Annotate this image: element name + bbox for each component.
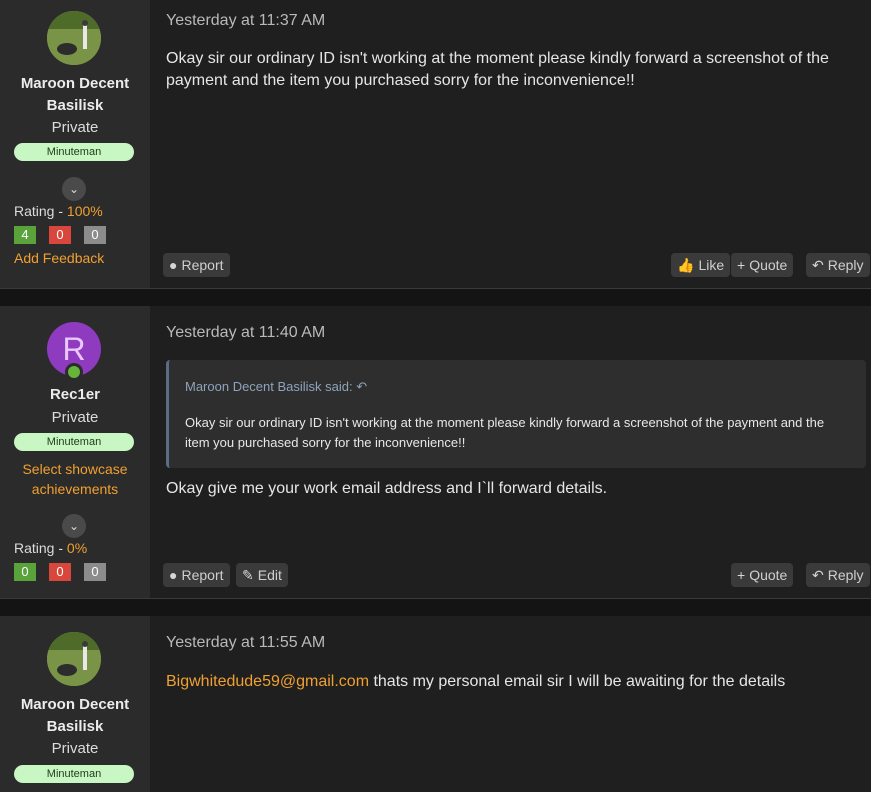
- username[interactable]: Maroon Decent Basilisk: [0, 694, 150, 738]
- reply-icon: ↶: [812, 257, 824, 273]
- quote-block: Maroon Decent Basilisk said: ↶ Okay sir …: [166, 360, 866, 468]
- rating-positive-count[interactable]: 4: [14, 226, 36, 244]
- report-label: Report: [181, 567, 224, 583]
- user-info-panel: Maroon Decent Basilisk Private Minuteman: [0, 616, 150, 792]
- post-message: Okay sir our ordinary ID isn't working a…: [166, 50, 829, 89]
- plus-icon: +: [737, 257, 746, 273]
- rating-label: Rating -: [14, 540, 67, 556]
- post-divider: [0, 288, 871, 289]
- user-banner: Minuteman: [14, 433, 134, 451]
- rating-percent: 0%: [66, 540, 88, 556]
- avatar-letter: R: [62, 331, 86, 367]
- quote-author: Maroon Decent Basilisk said:: [185, 379, 353, 394]
- like-label: Like: [698, 257, 725, 273]
- jump-to-quote-icon[interactable]: ↶: [356, 379, 367, 394]
- post-message: Bigwhitedude59@gmail.com thats my person…: [166, 671, 846, 693]
- rating-text: Rating - 0%: [14, 540, 87, 556]
- thumbs-up-icon: 👍: [677, 257, 695, 273]
- rating-negative-count[interactable]: 0: [49, 226, 71, 244]
- rating-neutral-count[interactable]: 0: [84, 226, 106, 244]
- user-title: Private: [51, 409, 99, 426]
- quote-label: Quote: [749, 567, 788, 583]
- username[interactable]: Rec1er: [0, 384, 150, 406]
- reply-label: Reply: [827, 257, 864, 273]
- add-feedback-link[interactable]: Add Feedback: [14, 250, 104, 266]
- report-icon: ●: [169, 257, 178, 273]
- post-3: Maroon Decent Basilisk Private Minuteman…: [0, 616, 871, 792]
- post-message-text: thats my personal email sir I will be aw…: [369, 673, 786, 690]
- chevron-down-icon[interactable]: ⌄: [62, 514, 86, 538]
- user-title: Private: [51, 119, 99, 136]
- rating-percent: 100%: [66, 203, 103, 219]
- user-banner: Minuteman: [14, 765, 134, 783]
- report-icon: ●: [169, 567, 178, 583]
- quote-button[interactable]: + Quote: [731, 563, 794, 587]
- plus-icon: +: [737, 567, 746, 583]
- chevron-down-icon[interactable]: ⌄: [62, 177, 86, 201]
- edit-button[interactable]: ✎ Edit: [236, 563, 288, 587]
- pencil-icon: ✎: [242, 567, 254, 583]
- quote-label: Quote: [749, 257, 788, 273]
- select-showcase-link[interactable]: Select showcase achievements: [0, 459, 150, 499]
- post-body: Yesterday at 11:37 AM Okay sir our ordin…: [150, 0, 871, 288]
- user-info-panel: R Rec1er Private Minuteman Select showca…: [0, 306, 150, 598]
- rating-neutral-count[interactable]: 0: [84, 563, 106, 581]
- post-timestamp[interactable]: Yesterday at 11:37 AM: [166, 12, 325, 30]
- post-1: Maroon Decent Basilisk Private Minuteman…: [0, 0, 871, 288]
- quote-attribution[interactable]: Maroon Decent Basilisk said: ↶: [185, 379, 367, 395]
- post-body: Yesterday at 11:55 AM Bigwhitedude59@gma…: [150, 616, 871, 792]
- email-link[interactable]: Bigwhitedude59@gmail.com: [166, 673, 369, 690]
- quote-text: Okay sir our ordinary ID isn't working a…: [185, 415, 825, 450]
- rating-positive-count[interactable]: 0: [14, 563, 36, 581]
- reply-button[interactable]: ↶ Reply: [806, 563, 870, 587]
- report-button[interactable]: ● Report: [163, 563, 230, 587]
- reply-icon: ↶: [812, 567, 824, 583]
- report-label: Report: [181, 257, 224, 273]
- user-banner: Minuteman: [14, 143, 134, 161]
- post-divider: [0, 598, 871, 599]
- reply-button[interactable]: ↶ Reply: [806, 253, 870, 277]
- photo-avatar-icon[interactable]: [47, 11, 101, 65]
- reply-label: Reply: [827, 567, 864, 583]
- quote-button[interactable]: + Quote: [731, 253, 794, 277]
- edit-label: Edit: [257, 567, 282, 583]
- online-status-icon: [65, 363, 83, 381]
- rating-label: Rating -: [14, 203, 67, 219]
- user-title: Private: [51, 740, 99, 757]
- rating-text: Rating - 100%: [14, 203, 103, 219]
- post-body: Yesterday at 11:40 AM Maroon Decent Basi…: [150, 306, 871, 598]
- username[interactable]: Maroon Decent Basilisk: [0, 73, 150, 117]
- post-timestamp[interactable]: Yesterday at 11:40 AM: [166, 324, 325, 342]
- user-info-panel: Maroon Decent Basilisk Private Minuteman…: [0, 0, 150, 288]
- like-button[interactable]: 👍 Like: [671, 253, 731, 277]
- post-2: R Rec1er Private Minuteman Select showca…: [0, 306, 871, 598]
- post-message: Okay give me your work email address and…: [166, 480, 608, 497]
- report-button[interactable]: ● Report: [163, 253, 230, 277]
- rating-negative-count[interactable]: 0: [49, 563, 71, 581]
- post-timestamp[interactable]: Yesterday at 11:55 AM: [166, 634, 325, 652]
- photo-avatar-icon[interactable]: [47, 632, 101, 686]
